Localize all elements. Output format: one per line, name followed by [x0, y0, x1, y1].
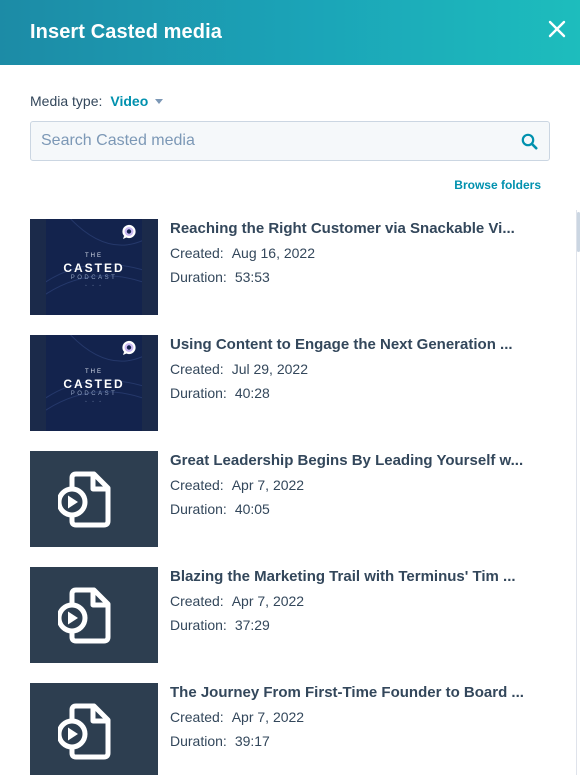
dialog-header: Insert Casted media	[0, 0, 580, 65]
media-title[interactable]: Using Content to Engage the Next Generat…	[170, 335, 540, 355]
created-row: Created: Jul 29, 2022	[170, 359, 540, 379]
search-icon[interactable]	[509, 122, 549, 160]
search-input[interactable]	[31, 122, 509, 160]
caret-down-icon[interactable]	[155, 99, 164, 104]
duration-value: 39:17	[234, 733, 270, 749]
cover-text-the: THE	[85, 253, 103, 259]
duration-value: 37:29	[234, 617, 270, 633]
cover-text-podcast: PODCAST	[70, 275, 118, 281]
duration-label: Duration:	[170, 385, 227, 401]
created-label: Created:	[170, 361, 224, 377]
media-meta: Great Leadership Begins By Leading Yours…	[170, 451, 540, 519]
duration-row: Duration: 40:28	[170, 383, 540, 403]
duration-value: 40:28	[234, 385, 270, 401]
video-file-icon	[58, 587, 111, 644]
media-list: THE CASTED PODCAST ◦ ◦ ◦ Reaching the Ri…	[30, 219, 550, 775]
created-row: Created: Aug 16, 2022	[170, 243, 540, 263]
media-type-row: Media type: Video	[30, 92, 164, 110]
video-file-thumbnail[interactable]	[30, 567, 158, 663]
close-icon[interactable]	[548, 20, 566, 38]
created-label: Created:	[170, 245, 224, 261]
close-button[interactable]	[546, 18, 568, 40]
media-item[interactable]: Great Leadership Begins By Leading Yours…	[30, 451, 550, 567]
duration-row: Duration: 40:05	[170, 499, 540, 519]
duration-row: Duration: 39:17	[170, 731, 540, 751]
duration-row: Duration: 37:29	[170, 615, 540, 635]
podcast-thumbnail[interactable]: THE CASTED PODCAST ◦ ◦ ◦	[30, 219, 158, 315]
cover-text-dots: ◦ ◦ ◦	[84, 399, 104, 405]
media-type-value[interactable]: Video	[110, 93, 148, 109]
cover-text-casted: CASTED	[63, 377, 125, 391]
media-item[interactable]: The Journey From First-Time Founder to B…	[30, 683, 550, 775]
search-box	[30, 121, 550, 161]
media-meta: Blazing the Marketing Trail with Terminu…	[170, 567, 540, 635]
duration-value: 40:05	[234, 501, 270, 517]
cover-text-dots: ◦ ◦ ◦	[84, 283, 104, 289]
video-file-thumbnail[interactable]	[30, 451, 158, 547]
created-row: Created: Apr 7, 2022	[170, 591, 540, 611]
podcast-cover-art: THE CASTED PODCAST ◦ ◦ ◦	[46, 219, 142, 315]
created-date: Aug 16, 2022	[231, 245, 315, 261]
created-row: Created: Apr 7, 2022	[170, 707, 540, 727]
duration-label: Duration:	[170, 501, 227, 517]
browse-folders-link[interactable]: Browse folders	[454, 178, 541, 192]
created-date: Apr 7, 2022	[231, 709, 305, 725]
podcast-cover-art: THE CASTED PODCAST ◦ ◦ ◦	[46, 335, 142, 431]
cover-text-casted: CASTED	[63, 261, 125, 275]
media-item[interactable]: THE CASTED PODCAST ◦ ◦ ◦ Reaching the Ri…	[30, 219, 550, 335]
duration-row: Duration: 53:53	[170, 267, 540, 287]
cover-text-podcast: PODCAST	[70, 391, 118, 397]
media-type-label: Media type:	[30, 93, 103, 109]
scrollbar-track[interactable]	[576, 210, 577, 775]
media-title[interactable]: Reaching the Right Customer via Snackabl…	[170, 219, 540, 239]
chat-bubble-icon	[122, 224, 136, 239]
created-date: Jul 29, 2022	[231, 361, 308, 377]
media-title[interactable]: Great Leadership Begins By Leading Yours…	[170, 451, 540, 471]
dialog-title: Insert Casted media	[30, 21, 222, 43]
duration-label: Duration:	[170, 269, 227, 285]
created-date: Apr 7, 2022	[231, 477, 305, 493]
video-file-icon	[58, 471, 111, 528]
created-date: Apr 7, 2022	[231, 593, 305, 609]
media-title[interactable]: Blazing the Marketing Trail with Terminu…	[170, 567, 540, 587]
media-item[interactable]: Blazing the Marketing Trail with Terminu…	[30, 567, 550, 683]
video-file-thumbnail[interactable]	[30, 683, 158, 775]
media-meta: Using Content to Engage the Next Generat…	[170, 335, 540, 403]
created-label: Created:	[170, 593, 224, 609]
cover-text-the: THE	[85, 369, 103, 375]
created-label: Created:	[170, 477, 224, 493]
duration-value: 53:53	[234, 269, 270, 285]
duration-label: Duration:	[170, 733, 227, 749]
media-meta: The Journey From First-Time Founder to B…	[170, 683, 540, 751]
media-type-dropdown[interactable]: Video	[110, 93, 164, 109]
chat-bubble-icon	[122, 340, 136, 355]
media-meta: Reaching the Right Customer via Snackabl…	[170, 219, 540, 287]
podcast-thumbnail[interactable]: THE CASTED PODCAST ◦ ◦ ◦	[30, 335, 158, 431]
media-title[interactable]: The Journey From First-Time Founder to B…	[170, 683, 540, 703]
created-label: Created:	[170, 709, 224, 725]
duration-label: Duration:	[170, 617, 227, 633]
media-item[interactable]: THE CASTED PODCAST ◦ ◦ ◦ Using Content t…	[30, 335, 550, 451]
video-file-icon	[58, 703, 111, 760]
created-row: Created: Apr 7, 2022	[170, 475, 540, 495]
